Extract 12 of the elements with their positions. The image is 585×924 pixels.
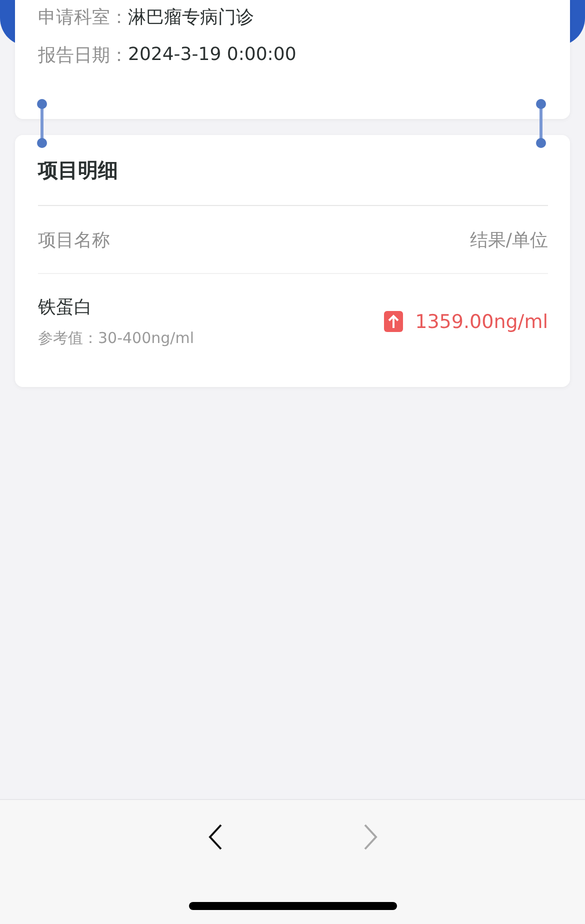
column-header: 结果/单位 [470,228,548,252]
connector-icon [536,99,546,148]
section-title: 项目明细 [38,156,118,184]
item-name: 铁蛋白 [38,296,93,319]
result-value: 1359.00ng/ml [415,310,548,332]
column-header: 项目名称 [38,228,110,252]
reference-range: 参考值：30-400ng/ml [38,329,194,348]
field-label: 报告日期： [38,44,128,66]
field-label: 申请科室： [38,6,128,29]
field-value: 2024-3-19 0:00:00 [128,44,296,65]
field-value: 淋巴瘤专病门诊 [128,6,254,29]
connector-icon [37,99,47,148]
